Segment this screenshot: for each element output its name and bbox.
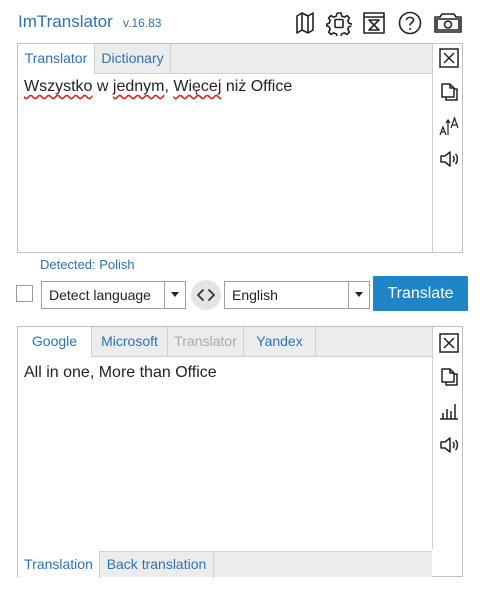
source-side-toolbar — [432, 44, 462, 252]
tab-google[interactable]: Google — [18, 327, 92, 357]
app-title: ImTranslator — [18, 12, 113, 31]
target-language-select[interactable]: English — [224, 281, 370, 309]
tab-yandex[interactable]: Yandex — [244, 327, 316, 356]
result-tabbar: Google Microsoft Translator Yandex — [18, 327, 432, 357]
result-panel: Google Microsoft Translator Yandex All i… — [17, 326, 463, 578]
settings-gear-icon[interactable] — [326, 10, 352, 36]
copy-icon[interactable] — [438, 366, 460, 388]
text-fragment: niż Office — [221, 78, 293, 95]
text-fragment: w — [92, 78, 113, 95]
auto-translate-checkbox[interactable] — [16, 285, 33, 302]
target-language-value: English — [232, 287, 278, 303]
spell-word: Więcej — [173, 78, 222, 95]
result-side-toolbar — [432, 327, 462, 549]
tab-microsoft[interactable]: Microsoft — [92, 327, 168, 356]
tab-translation[interactable]: Translation — [18, 551, 100, 578]
chevron-down-icon[interactable] — [164, 282, 185, 308]
close-icon[interactable] — [438, 47, 460, 69]
chevron-down-icon[interactable] — [348, 282, 369, 308]
tab-translator-disabled: Translator — [168, 327, 244, 356]
font-size-icon[interactable] — [438, 115, 460, 137]
detected-language: Detected: Polish — [40, 257, 135, 272]
copy-icon[interactable] — [438, 81, 460, 103]
camera-icon[interactable] — [432, 10, 464, 36]
source-tabbar: Translator Dictionary — [18, 44, 432, 74]
tab-back-translation[interactable]: Back translation — [100, 551, 214, 578]
translate-button[interactable]: Translate — [373, 276, 468, 311]
spell-word: jednym — [112, 78, 165, 95]
close-icon[interactable] — [438, 332, 460, 354]
result-text[interactable]: All in one, More than Office — [24, 364, 424, 382]
history-hourglass-icon[interactable] — [361, 10, 387, 36]
result-bottom-tabbar: Translation Back translation — [18, 551, 432, 578]
source-text-area[interactable]: Wszystko w jednym, Więcej niż Office — [24, 78, 424, 96]
tab-translator[interactable]: Translator — [18, 44, 95, 74]
swap-languages-icon[interactable] — [191, 280, 221, 310]
help-icon[interactable] — [397, 10, 423, 36]
source-language-value: Detect language — [49, 287, 151, 303]
spell-word: Wszystko — [24, 78, 93, 95]
speaker-icon[interactable] — [438, 148, 460, 170]
bar-chart-icon[interactable] — [438, 400, 460, 422]
source-language-select[interactable]: Detect language — [41, 281, 186, 309]
source-panel: Translator Dictionary Wszystko w jednym,… — [17, 43, 463, 253]
app-version: v.16.83 — [123, 16, 162, 30]
tab-dictionary[interactable]: Dictionary — [95, 44, 171, 73]
speaker-icon[interactable] — [438, 434, 460, 456]
map-icon[interactable] — [292, 10, 318, 36]
